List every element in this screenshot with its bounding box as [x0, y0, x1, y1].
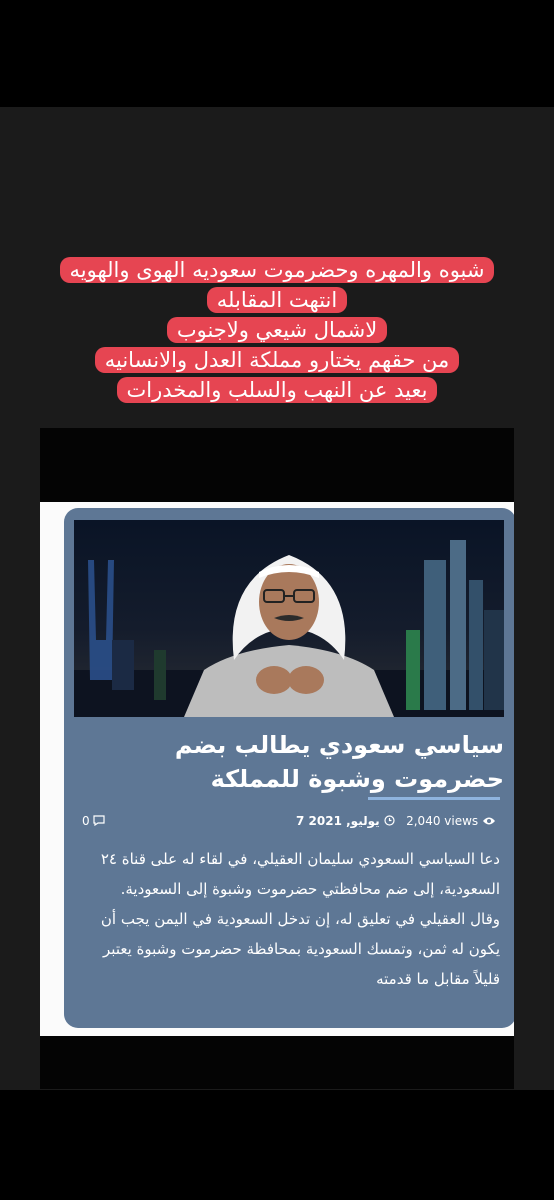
article-photo	[74, 520, 504, 717]
article-headline[interactable]: سياسي سعودي يطالب بضم حضرموت وشبوة للممل…	[84, 728, 504, 796]
comment-icon	[93, 815, 106, 827]
caption-line: من حقهم يختارو مملكة العدل والانسانيه	[94, 347, 460, 373]
article-card: سياسي سعودي يطالب بضم حضرموت وشبوة للممل…	[64, 508, 514, 1028]
eye-icon	[483, 817, 495, 825]
clock-icon	[384, 815, 395, 826]
caption-line: لاشمال شيعي ولاجنوب	[166, 317, 388, 343]
headline-underline	[368, 797, 500, 800]
publish-date-value: 7 يوليو, 2021	[296, 814, 380, 828]
article-meta: 0 7 يوليو, 2021 2,040 views	[78, 812, 504, 834]
article-paragraph: دعا السياسي السعودي سليمان العقيلي، في ل…	[100, 850, 500, 898]
caption-line: بعيد عن النهب والسلب والمخدرات	[116, 377, 438, 403]
article-paragraph: وقال العقيلي في تعليق له، إن تدخل السعود…	[100, 910, 500, 988]
comment-count-value: 0	[82, 814, 90, 828]
comment-count[interactable]: 0	[82, 814, 106, 828]
view-count-value: 2,040 views	[406, 814, 479, 828]
article-body: دعا السياسي السعودي سليمان العقيلي، في ل…	[80, 844, 500, 994]
caption-line: شبوه والمهره وحضرموت سعوديه الهوى والهوي…	[59, 257, 495, 283]
story-caption: شبوه والمهره وحضرموت سعوديه الهوى والهوي…	[36, 255, 518, 405]
article-screenshot: سياسي سعودي يطالب بضم حضرموت وشبوة للممل…	[40, 502, 514, 1036]
caption-line: انتهت المقابله	[206, 287, 348, 313]
view-count: 2,040 views	[406, 814, 496, 828]
publish-date: 7 يوليو, 2021	[296, 814, 395, 828]
interview-photo-illustration	[74, 540, 504, 717]
